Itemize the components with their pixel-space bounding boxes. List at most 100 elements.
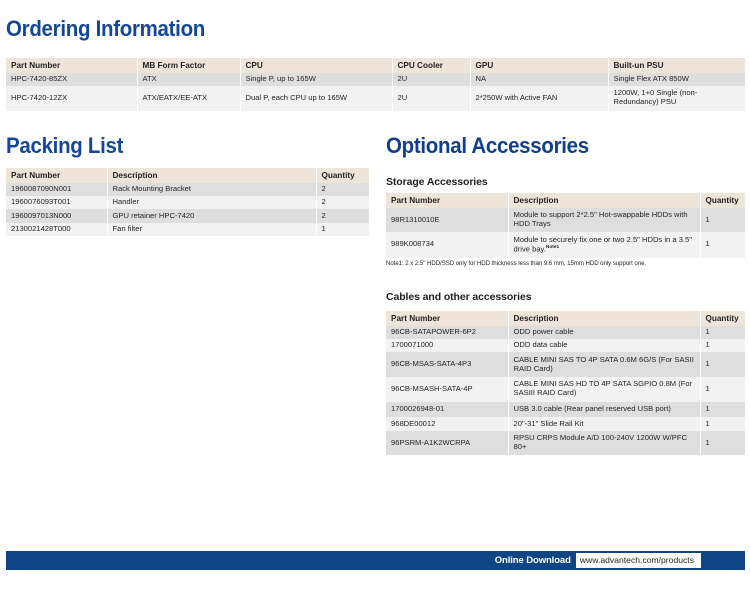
table-row: 96PSRM-A1K2WCRPA RPSU CRPS Module A/D 10… [386,430,745,456]
cell-description: ODD data cable [508,339,701,353]
cell-part-number: HPC-7420-85ZX [6,72,138,86]
cell-description: ODD power cable [508,325,701,339]
cell-part-number: 1960087090N001 [6,182,108,196]
cell-mb-form-factor: ATX/EATX/EE-ATX [137,86,241,111]
column-header-built-un-psu: Built-un PSU [608,58,745,73]
page-title-ordering-information: Ordering Information [6,16,206,41]
cell-psu: 1200W, 1+0 Single (non-Redundancy) PSU [608,86,745,111]
storage-accessories-table-wrapper: Part Number Description Quantity 98R1310… [386,193,745,258]
cell-part-number: 1960097013N000 [6,209,108,223]
cell-quantity: 2 [316,196,369,210]
cell-quantity: 1 [700,207,745,233]
cell-description: Handler [107,196,317,210]
table-row: HPC-7420-12ZX ATX/EATX/EE-ATX Dual P, ea… [6,86,745,111]
ordering-information-table: Part Number MB Form Factor CPU CPU Coole… [6,58,745,111]
cell-quantity: 1 [316,222,369,236]
packing-list-table-wrapper: Part Number Description Quantity 1960087… [6,168,369,236]
cell-part-number: 2130021428T000 [6,222,108,236]
column-header-mb-form-factor: MB Form Factor [137,58,241,73]
online-download-label: Online Download [494,555,571,566]
storage-footnote: Note1: 2 x 2.5" HDD/SSD only for HDD thi… [386,260,647,267]
cell-part-number: 1700071000 [386,339,509,353]
cell-description: CABLE MINI SAS TO 4P SATA 0.6M 6G/S (For… [508,352,701,378]
table-row: 1960087090N001 Rack Mounting Bracket 2 [6,182,369,196]
cell-description: GPU retainer HPC-7420 [107,209,317,223]
cell-description: Rack Mounting Bracket [107,182,317,196]
page-title-optional-accessories: Optional Accessories [386,133,589,158]
footer-bar: Online Download www.advantech.com/produc… [6,551,745,570]
table-row: 96CB-MSAS-SATA-4P3 CABLE MINI SAS TO 4P … [386,352,745,378]
cell-quantity: 1 [700,430,745,456]
ordering-information-table-wrapper: Part Number MB Form Factor CPU CPU Coole… [6,58,745,111]
cell-description: 20"-31" Slide Rail Kit [508,417,701,431]
cell-cpu: Dual P, each CPU up to 165W [240,86,393,111]
table-row: 1700026948-01 USB 3.0 cable (Rear panel … [386,401,745,418]
cell-part-number: HPC-7420-12ZX [6,86,138,111]
online-download-group: Online Download www.advantech.com/produc… [495,551,701,570]
cell-part-number: 96CB-MSASH-SATA-4P [386,377,509,402]
cell-quantity: 2 [316,182,369,196]
description-text: Module to support 2*2.5" Hot-swappable H… [513,210,688,229]
column-header-cpu-cooler: CPU Cooler [392,58,471,73]
cell-description: Module to securely fix one or two 2.5" H… [508,232,701,258]
cell-part-number: 98R1310010E [386,207,509,233]
cell-quantity: 1 [700,232,745,258]
table-row: 98R1310010E Module to support 2*2.5" Hot… [386,207,745,233]
online-download-url-link[interactable]: www.advantech.com/products [575,553,701,568]
column-header-cpu: CPU [240,58,393,73]
table-row: HPC-7420-85ZX ATX Single P, up to 165W 2… [6,72,745,86]
cell-part-number: 96CB-SATAPOWER-6P2 [386,325,509,339]
description-text: Module to securely fix one or two 2.5" H… [513,234,692,254]
table-row: 1960097013N000 GPU retainer HPC-7420 2 [6,209,369,223]
cell-cpu-cooler: 2U [392,72,471,86]
cell-part-number: 1700026948-01 [386,401,509,418]
cell-psu: Single Flex ATX 850W [608,72,745,86]
table-header-row: Part Number Description Quantity [386,193,745,208]
subtitle-storage-accessories: Storage Accessories [386,176,488,188]
cell-mb-form-factor: ATX [137,72,241,86]
cell-quantity: 1 [700,417,745,431]
table-row: 968DE00012 20"-31" Slide Rail Kit 1 [386,417,745,431]
column-header-description: Description [508,311,701,326]
cell-part-number: 989K008734 [386,232,509,258]
cell-part-number: 1960076093T001 [6,196,108,210]
cell-quantity: 1 [700,401,745,418]
column-header-part-number: Part Number [386,311,509,326]
cables-accessories-table-wrapper: Part Number Description Quantity 96CB-SA… [386,311,745,456]
table-row: 1700071000 ODD data cable 1 [386,339,745,353]
cell-part-number: 96CB-MSAS-SATA-4P3 [386,352,509,378]
cell-cpu-cooler: 2U [392,86,471,111]
cell-quantity: 1 [700,325,745,339]
cell-gpu: NA [470,72,609,86]
table-row: 1960076093T001 Handler 2 [6,196,369,210]
column-header-gpu: GPU [470,58,609,73]
cell-cpu: Single P, up to 165W [240,72,393,86]
cell-quantity: 1 [700,377,745,402]
column-header-description: Description [508,193,701,208]
table-row: 96CB-MSASH-SATA-4P CABLE MINI SAS HD TO … [386,377,745,402]
cell-part-number: 96PSRM-A1K2WCRPA [386,430,509,456]
column-header-part-number: Part Number [386,193,509,208]
table-header-row: Part Number MB Form Factor CPU CPU Coole… [6,58,745,73]
table-header-row: Part Number Description Quantity [386,311,745,326]
column-header-description: Description [107,168,317,183]
footnote-marker: Note1 [545,244,560,250]
cell-quantity: 1 [700,339,745,353]
cell-description: RPSU CRPS Module A/D 100-240V 1200W W/PF… [508,430,701,456]
column-header-quantity: Quantity [316,168,369,183]
table-row: 989K008734 Module to securely fix one or… [386,232,745,258]
cell-description: Module to support 2*2.5" Hot-swappable H… [508,207,701,233]
column-header-part-number: Part Number [6,58,138,73]
storage-accessories-table: Part Number Description Quantity 98R1310… [386,193,745,258]
cell-description: USB 3.0 cable (Rear panel reserved USB p… [508,401,701,418]
cables-accessories-table: Part Number Description Quantity 96CB-SA… [386,311,745,456]
column-header-part-number: Part Number [6,168,108,183]
column-header-quantity: Quantity [700,193,745,208]
subtitle-cables-and-other-accessories: Cables and other accessories [386,291,532,303]
table-row: 96CB-SATAPOWER-6P2 ODD power cable 1 [386,325,745,339]
packing-list-table: Part Number Description Quantity 1960087… [6,168,369,236]
cell-quantity: 2 [316,209,369,223]
cell-quantity: 1 [700,352,745,378]
cell-description: Fan filter [107,222,317,236]
column-header-quantity: Quantity [700,311,745,326]
